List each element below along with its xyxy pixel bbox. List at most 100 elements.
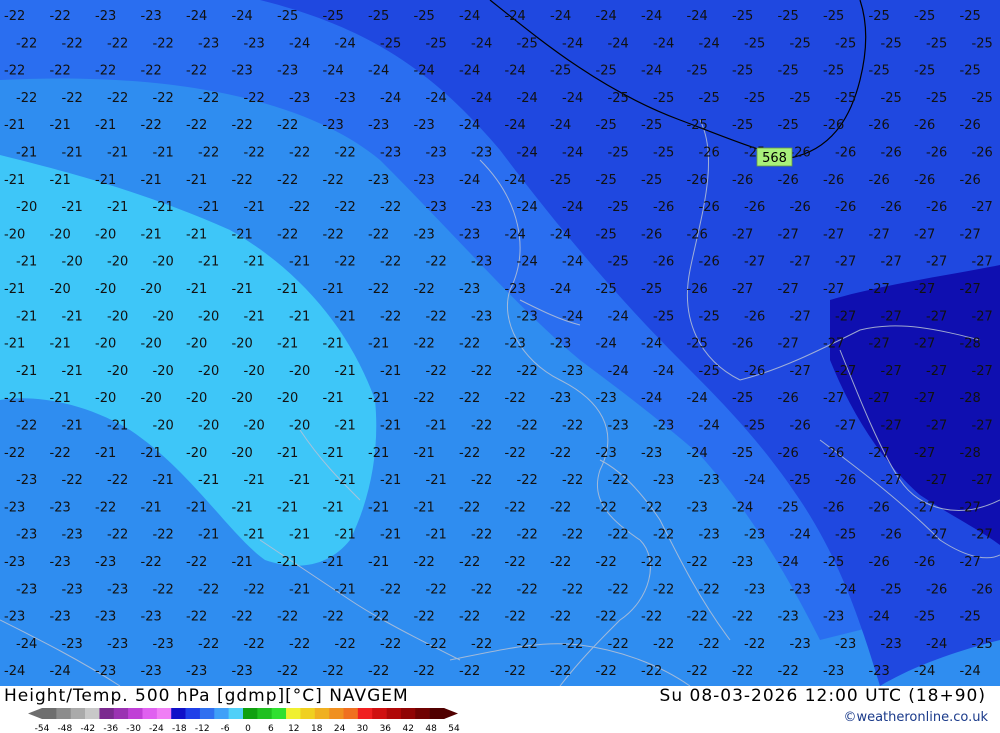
isotherm-label: -21 [198,200,219,215]
isotherm-label: -26 [972,146,993,161]
isotherm-label: -21 [289,309,310,324]
isotherm-label: -20 [289,364,310,379]
isotherm-label: -21 [107,146,128,161]
isotherm-label: -24 [50,664,71,679]
isotherm-label: -22 [232,118,253,133]
isotherm-label: -22 [198,637,219,652]
isotherm-label: -25 [790,36,811,51]
isotherm-label: -22 [459,500,480,515]
isotherm-label: -24 [550,9,571,24]
scale-swatch [257,708,273,719]
isotherm-label: -23 [471,255,492,270]
isotherm-label: -22 [732,610,753,625]
isotherm-label: -21 [414,500,435,515]
isotherm-label: -25 [914,610,935,625]
isotherm-label: -23 [744,528,765,543]
isotherm-label: -22 [471,582,492,597]
isotherm-label: -27 [823,227,844,242]
isotherm-label: -23 [653,473,674,488]
isotherm-label: -21 [107,419,128,434]
isotherm-label: -22 [471,473,492,488]
isotherm-label: -22 [550,664,571,679]
isotherm-label: -21 [426,528,447,543]
isotherm-label: -21 [277,337,298,352]
isotherm-label: -23 [95,9,116,24]
isotherm-label: -26 [687,173,708,188]
isotherm-label: -22 [596,555,617,570]
isotherm-label: -23 [232,64,253,79]
isotherm-label: -21 [95,118,116,133]
isotherm-label: -22 [459,391,480,406]
isotherm-label: -22 [517,473,538,488]
isotherm-label: -23 [62,582,83,597]
isotherm-label: -21 [153,200,174,215]
isotherm-label: -25 [960,9,981,24]
isotherm-label: -22 [505,391,526,406]
isotherm-label: -28 [960,446,981,461]
scale-tick-label: -12 [195,724,210,733]
isotherm-label: -25 [596,227,617,242]
isotherm-label: -22 [414,391,435,406]
isotherm-label: -22 [244,91,265,106]
scale-tick-label: 48 [425,724,437,733]
isotherm-label: -25 [653,146,674,161]
isotherm-label: -21 [335,582,356,597]
isotherm-label: -25 [914,64,935,79]
isotherm-label: -21 [244,528,265,543]
isotherm-label: -22 [699,582,720,597]
isotherm-label: -24 [505,64,526,79]
isotherm-label: -26 [914,555,935,570]
isotherm-label: -20 [198,419,219,434]
isotherm-label: -24 [232,9,253,24]
scale-swatch [85,708,100,719]
isotherm-label: -22 [687,664,708,679]
isotherm-label: -23 [471,200,492,215]
scale-tick-label: -54 [35,724,50,733]
isotherm-label: -25 [380,36,401,51]
isotherm-label: -21 [198,528,219,543]
isotherm-label: -22 [517,528,538,543]
isotherm-label: -25 [914,9,935,24]
isotherm-label: -25 [732,118,753,133]
isotherm-label: -22 [426,582,447,597]
isotherm-label: -26 [744,364,765,379]
isotherm-label: -27 [823,391,844,406]
isotherm-label: -25 [596,282,617,297]
isotherm-label: -23 [881,637,902,652]
isotherm-label: -23 [687,500,708,515]
isotherm-label: -22 [414,337,435,352]
isotherm-label: -22 [641,500,662,515]
isotherm-label: -21 [4,173,25,188]
isotherm-label: -22 [277,664,298,679]
isotherm-label: -25 [550,173,571,188]
isotherm-label: -23 [550,391,571,406]
isotherm-label: -26 [914,173,935,188]
isotherm-label: -28 [960,391,981,406]
isotherm-label: -24 [562,255,583,270]
isotherm-label: -22 [323,173,344,188]
isotherm-label: -22 [107,91,128,106]
isotherm-label: -20 [153,364,174,379]
isotherm-label: -24 [471,91,492,106]
isotherm-label: -24 [459,118,480,133]
isotherm-label: -21 [50,118,71,133]
isotherm-label: -23 [153,637,174,652]
isotherm-label: -21 [277,555,298,570]
isotherm-label: -22 [277,227,298,242]
isotherm-label: -24 [687,446,708,461]
isotherm-label: -25 [653,309,674,324]
isotherm-label: -23 [16,473,37,488]
isotherm-label: -21 [232,500,253,515]
isotherm-label: -25 [778,9,799,24]
isotherm-label: -23 [744,582,765,597]
isotherm-label: -21 [323,337,344,352]
credit-link[interactable]: ©weatheronline.co.uk [843,710,988,725]
isotherm-label: -25 [835,528,856,543]
isotherm-label: -27 [972,473,993,488]
isotherm-label: -26 [960,173,981,188]
isotherm-label: -21 [141,227,162,242]
isotherm-label: -24 [459,9,480,24]
weather-map: -22 -22 -23 -23 -24 -24 -25 -25 -25 -25 -24 -24 -24-… [0,0,1000,687]
isotherm-label: -22 [550,610,571,625]
scale-tick-label: -36 [103,724,118,733]
